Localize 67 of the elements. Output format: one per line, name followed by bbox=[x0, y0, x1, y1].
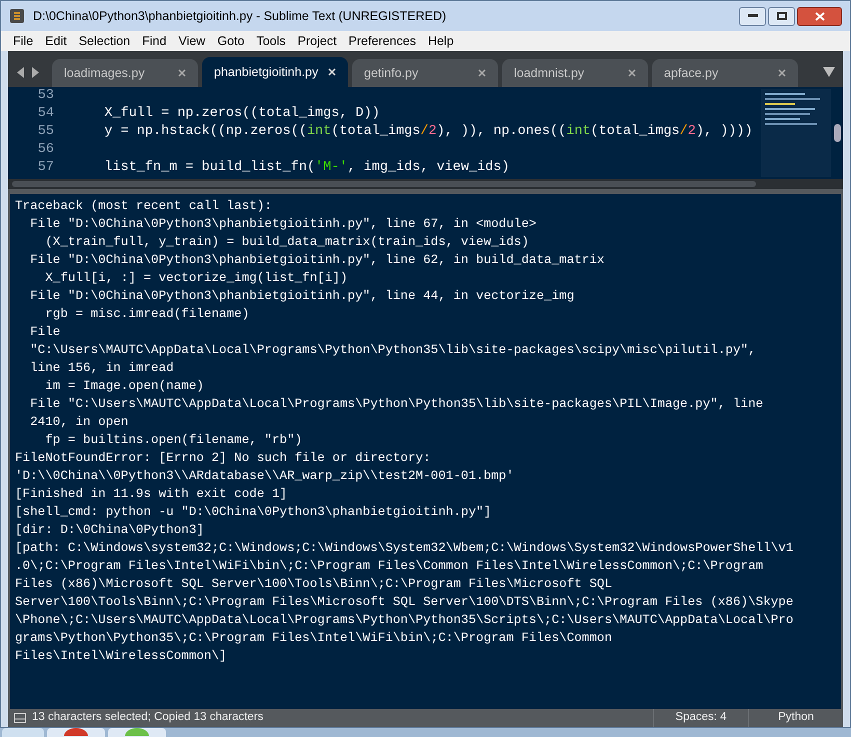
menu-item[interactable]: Tools bbox=[250, 32, 292, 50]
panel-toggle-icon[interactable] bbox=[14, 713, 26, 723]
output-line: [shell_cmd: python -u "D:\0China\0Python3\phanbietgioitinh.py"] bbox=[15, 504, 492, 521]
output-line: Files (x86)\Microsoft SQL Server\100\Tools\Binn\;C:\Program Files\Microsoft SQL bbox=[15, 576, 614, 593]
output-line: \Phone\;C:\Users\MAUTC\AppData\Local\Programs\Python\Python35\Scripts\;C:\Users\MAUTC\AppData\Local\Pro bbox=[15, 612, 794, 629]
line-number: 53 bbox=[36, 87, 55, 105]
output-line: File bbox=[29, 324, 62, 341]
taskbar-button[interactable] bbox=[47, 728, 105, 737]
output-line: rgb = misc.imread(filename) bbox=[44, 306, 250, 323]
output-line: im = Image.open(name) bbox=[44, 378, 205, 395]
output-line: fp = builtins.open(filename, "rb") bbox=[44, 432, 304, 449]
menu-item[interactable]: File bbox=[7, 32, 40, 50]
menu-item[interactable]: Find bbox=[136, 32, 172, 50]
minimize-button[interactable] bbox=[739, 6, 766, 26]
line-number: 57 bbox=[36, 159, 55, 177]
line-number: 56 bbox=[36, 141, 55, 159]
close-icon bbox=[814, 12, 824, 20]
maximize-icon bbox=[776, 12, 786, 20]
minimize-icon bbox=[748, 14, 758, 18]
menu-item[interactable]: Goto bbox=[211, 32, 250, 50]
menu-item[interactable]: Selection bbox=[72, 32, 136, 50]
output-line: File "D:\0China\0Python3\phanbietgioitinh.py", line 67, in <module> bbox=[29, 216, 538, 233]
output-line: 'D:\\0China\\0Python3\\ARdatabase\\AR_warp_zip\\test2M-001-01.bmp' bbox=[15, 468, 515, 485]
code-line: y = np.hstack((np.zeros((int(total_imgs/2), )), np.ones((int(total_imgs/2), )))) bbox=[103, 123, 753, 141]
output-line: Server\100\Tools\Binn\;C:\Program Files\Microsoft SQL Server\100\DTS\Binn\;C:\Program Files (x86)\Skype bbox=[15, 594, 794, 611]
output-line: File "D:\0China\0Python3\phanbietgioitinh.py", line 44, in vectorize_img bbox=[29, 288, 576, 305]
line-number: 54 bbox=[36, 105, 55, 123]
output-line: File "C:\Users\MAUTC\AppData\Local\Programs\Python\Python35\lib\site-packages\PIL\Image.py", line bbox=[29, 396, 764, 413]
output-line: Files\Intel\WirelessCommon\] bbox=[15, 648, 228, 665]
maximize-button[interactable] bbox=[768, 6, 795, 26]
output-line: .0\;C:\Program Files\Intel\WiFi\bin\;C:\Program Files\Common Files\Intel\WirelessCommon\;C:\Program bbox=[15, 558, 764, 575]
file-tab[interactable]: apface.py bbox=[652, 59, 798, 87]
status-message: 13 characters selected; Copied 13 characters bbox=[32, 710, 264, 726]
file-tab[interactable]: loadimages.py bbox=[52, 59, 198, 87]
menu-item[interactable]: Help bbox=[422, 32, 460, 50]
horizontal-scrollbar[interactable] bbox=[8, 179, 843, 189]
window-title: D:\0China\0Python3\phanbietgioitinh.py - Sublime Text (UNREGISTERED) bbox=[33, 8, 448, 25]
menu-item[interactable]: View bbox=[172, 32, 212, 50]
app-icon bbox=[9, 8, 25, 24]
output-line: "C:\Users\MAUTC\AppData\Local\Programs\Python\Python35\lib\site-packages\scipy\misc\pilutil.py", bbox=[29, 342, 757, 359]
minimap[interactable] bbox=[761, 89, 831, 177]
output-line: 2410, in open bbox=[29, 414, 130, 431]
tab-left-arrow-icon[interactable] bbox=[16, 66, 25, 78]
output-line: [dir: D:\0China\0Python3] bbox=[15, 522, 205, 539]
file-tab[interactable]: loadmnist.py bbox=[502, 59, 648, 87]
menu-item[interactable]: Project bbox=[292, 32, 343, 50]
indentation-status[interactable]: Spaces: 4 bbox=[653, 709, 748, 727]
file-tab[interactable]: phanbietgioitinh.py bbox=[202, 57, 348, 87]
output-line: File "D:\0China\0Python3\phanbietgioitinh.py", line 62, in build_data_matrix bbox=[29, 252, 606, 269]
code-line: X_full = np.zeros((total_imgs, D)) bbox=[103, 105, 380, 123]
tab-right-arrow-icon[interactable] bbox=[31, 66, 40, 78]
tab-dropdown-icon[interactable] bbox=[823, 67, 835, 77]
file-tab[interactable]: getinfo.py bbox=[352, 59, 498, 87]
output-line: grams\Python\Python35\;C:\Program Files\Intel\WiFi\bin\;C:\Program Files\Common bbox=[15, 630, 614, 647]
output-line: (X_train_full, y_train) = build_data_matrix(train_ids, view_ids) bbox=[44, 234, 530, 251]
output-line: [Finished in 11.9s with exit code 1] bbox=[15, 486, 288, 503]
output-line: Traceback (most recent call last): bbox=[15, 198, 273, 215]
close-button[interactable] bbox=[797, 6, 842, 26]
syntax-status[interactable]: Python bbox=[748, 709, 843, 727]
menu-item[interactable]: Edit bbox=[39, 32, 73, 50]
menu-item[interactable]: Preferences bbox=[342, 32, 422, 50]
output-line: X_full[i, :] = vectorize_img(list_fn[i]) bbox=[44, 270, 349, 287]
output-line: [path: C:\Windows\system32;C:\Windows;C:\Windows\System32\Wbem;C:\Windows\System32\WindowsPowerShell\v1 bbox=[15, 540, 794, 557]
code-line: list_fn_m = build_list_fn('M-', img_ids, view_ids) bbox=[103, 159, 510, 177]
output-line: line 156, in imread bbox=[29, 360, 175, 377]
line-number: 55 bbox=[36, 123, 55, 141]
output-line: FileNotFoundError: [Errno 2] No such file or directory: bbox=[15, 450, 432, 467]
